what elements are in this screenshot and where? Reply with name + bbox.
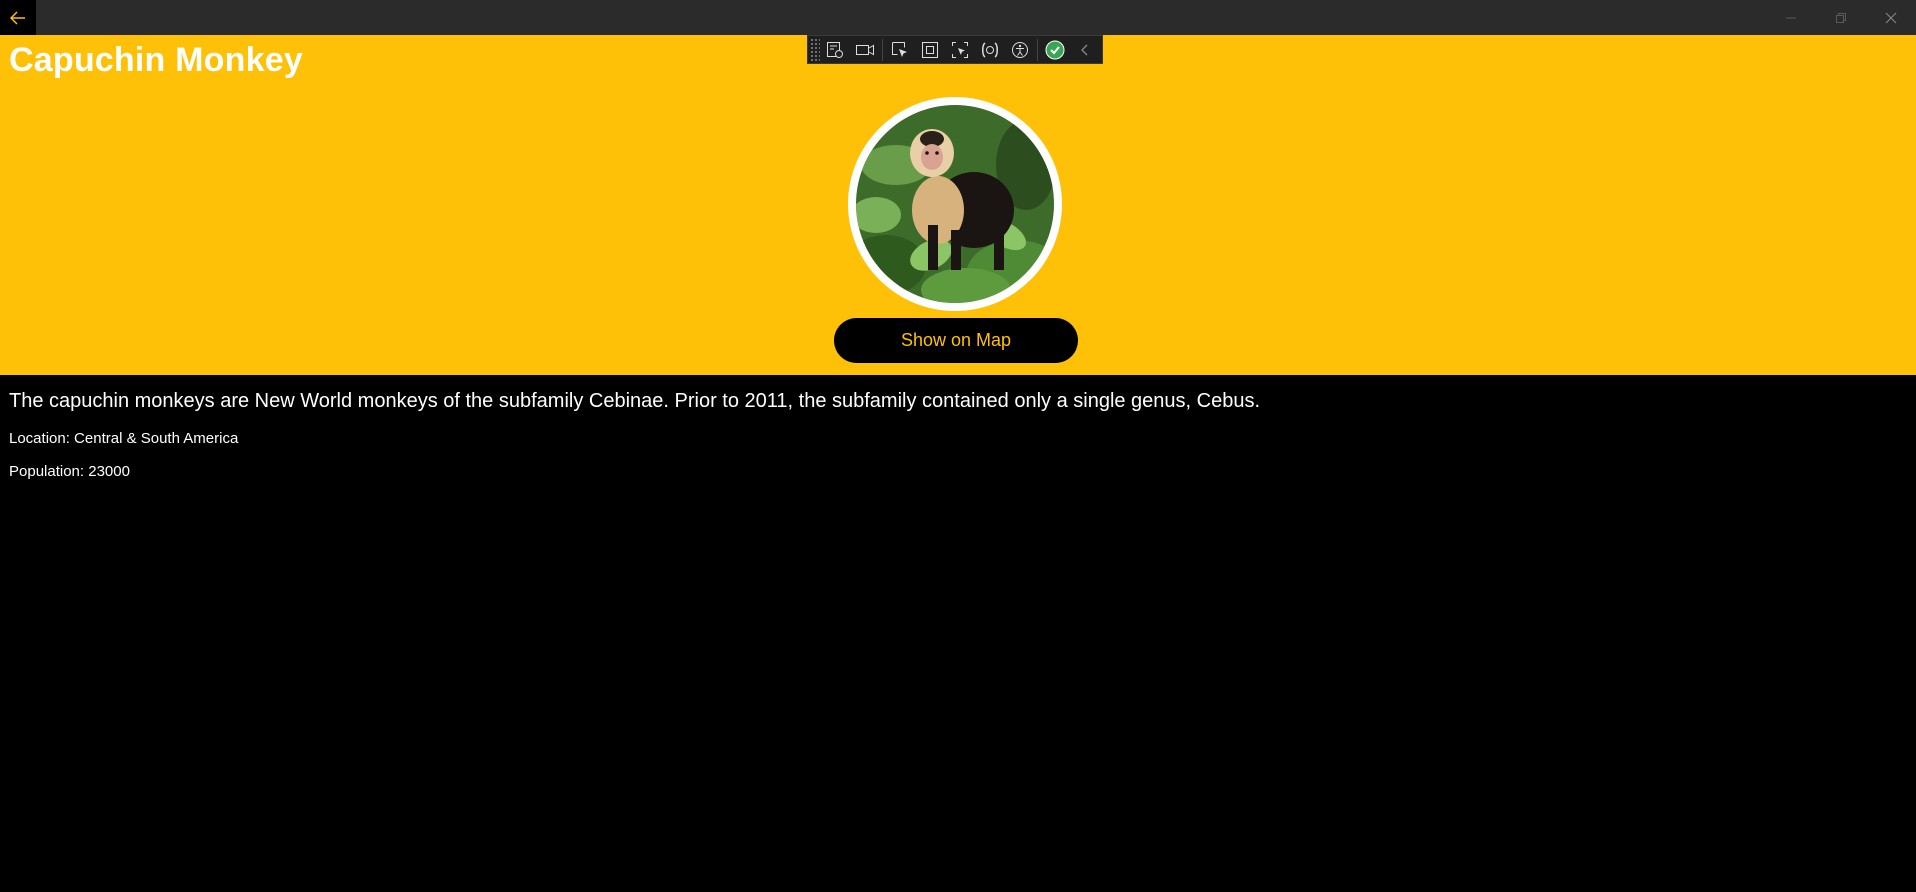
- toolbar-separator: [882, 38, 883, 61]
- track-focus-icon: [952, 41, 968, 58]
- population-text: Population: 23000: [9, 463, 130, 480]
- window-controls: [1766, 0, 1916, 35]
- accessibility-icon: [1012, 41, 1028, 58]
- binding-failures-icon: [982, 41, 998, 58]
- display-layout-adorners-icon: [922, 41, 938, 58]
- live-visual-tree-icon: [827, 41, 843, 58]
- close-icon: [1885, 12, 1897, 23]
- toolbar-separator: [1037, 38, 1038, 61]
- location-text: Location: Central & South America: [9, 430, 239, 447]
- xaml-hot-reload-status-icon: [1045, 40, 1065, 59]
- select-element-button[interactable]: [885, 36, 915, 63]
- animal-image-frame: [848, 97, 1062, 311]
- restore-icon: [1836, 12, 1846, 23]
- minimize-button[interactable]: [1766, 0, 1816, 35]
- select-element-icon: [892, 41, 907, 57]
- display-layout-adorners-button[interactable]: [915, 36, 945, 63]
- binding-failures-button[interactable]: [975, 36, 1005, 63]
- title-bar: [0, 0, 1916, 35]
- hot-reload-status-button[interactable]: [1040, 36, 1070, 63]
- toolbar-grip[interactable]: [810, 37, 820, 62]
- page-title: Capuchin Monkey: [9, 41, 303, 79]
- back-button[interactable]: [0, 0, 36, 35]
- close-button[interactable]: [1866, 0, 1916, 35]
- collapse-toolbar-button[interactable]: [1070, 36, 1100, 63]
- accessibility-button[interactable]: [1005, 36, 1035, 63]
- animal-header: Capuchin Monkey Show on Map: [0, 35, 1916, 375]
- collapse-chevron-icon: [1081, 44, 1088, 55]
- arrow-left-icon: [10, 10, 25, 25]
- record-icon: [856, 44, 874, 55]
- show-on-map-button[interactable]: Show on Map: [834, 318, 1078, 363]
- xaml-debug-toolbar: [807, 35, 1103, 64]
- capuchin-monkey-photo: [856, 105, 1054, 303]
- animal-description: The capuchin monkeys are New World monke…: [9, 390, 1261, 412]
- record-button[interactable]: [850, 36, 880, 63]
- minimize-icon: [1786, 17, 1796, 18]
- live-visual-tree-button[interactable]: [820, 36, 850, 63]
- track-focus-button[interactable]: [945, 36, 975, 63]
- restore-button[interactable]: [1816, 0, 1866, 35]
